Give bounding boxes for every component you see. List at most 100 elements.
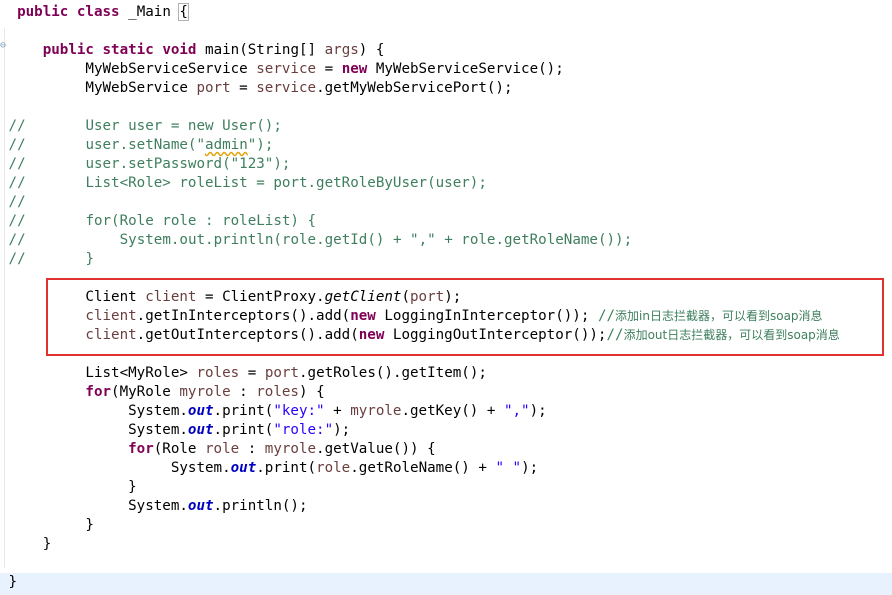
comment-marker: // [8,175,26,191]
code-text: main(String[] [196,42,325,58]
variable: service [256,61,317,77]
class-name: _Main [119,4,180,20]
code-text: System. [128,422,188,438]
static-field: out [187,498,214,514]
code-line-9: // user.setPassword("123"); [0,155,892,174]
code-text: ); [521,460,539,476]
code-text: + [324,403,351,419]
variable: role [205,441,240,457]
variable: roles [196,365,240,381]
open-brace: { [178,3,189,21]
code-line-21: for(MyRole myrole : roles) { [0,383,892,402]
code-text: .print( [213,403,274,419]
spelling-flag: admin [205,137,248,153]
code-line-20: List<MyRole> roles = port.getRoles().get… [0,364,892,383]
comment-marker: // [8,251,26,267]
code-line-22: System.out.print("key:" + myrole.getKey(… [0,402,892,421]
code-text: (MyRole [111,384,180,400]
comment-text: System.out.println(role.getId() + "," + … [119,232,633,248]
code-text: System. [170,460,231,476]
code-line-23: System.out.print("role:"); [0,421,892,440]
variable: service [256,80,317,96]
code-text: = [239,365,265,381]
code-text: .getValue()) { [316,441,436,457]
keyword: static [102,42,154,58]
code-text: MyWebServiceService(); [367,61,564,77]
comment-text: "); [247,137,274,153]
code-text: .getKey() + [401,403,504,419]
code-line-24: for(Role role : myrole.getValue()) { [0,440,892,459]
string-literal: "role:" [273,422,334,438]
variable: myrole [179,384,231,400]
close-brace: } [8,574,18,590]
code-text: : [239,441,265,457]
keyword: public [42,42,94,58]
static-field: out [230,460,257,476]
code-line-8: // user.setName("admin"); [0,136,892,155]
code-text: System. [128,403,188,419]
variable: port [196,80,231,96]
code-text: .println(); [213,498,308,514]
code-text: .getRoleName() + [350,460,496,476]
close-brace: } [128,479,137,495]
code-text: (Role [153,441,205,457]
comment-text: List<Role> roleList = port.getRoleByUser… [85,175,487,191]
keyword: new [341,61,368,77]
code-line-14: // } [0,250,892,269]
code-line-10: // List<Role> roleList = port.getRoleByU… [0,174,892,193]
string-literal: "key:" [273,403,325,419]
keyword: public [17,4,69,20]
keyword: class [76,4,120,20]
variable: roles [256,384,299,400]
code-text: = [230,80,257,96]
code-editor[interactable]: ⊖ public class _Main { public static voi… [0,0,892,595]
code-line-29: } [0,535,892,554]
variable: myrole [264,441,317,457]
code-line-12: // for(Role role : roleList) { [0,212,892,231]
keyword: for [128,441,154,457]
string-literal: " " [495,460,522,476]
variable: myrole [350,403,402,419]
variable: role [316,460,351,476]
code-line-11: // [0,193,892,212]
code-line-26: } [0,478,892,497]
static-field: out [187,422,214,438]
code-text: ) { [298,384,325,400]
code-line-1: public class _Main { [0,3,892,22]
string-literal: "," [503,403,530,419]
code-line-5: MyWebService port = service.getMyWebServ… [0,79,892,98]
code-text: ); [333,422,351,438]
code-text: MyWebService [85,80,197,96]
close-brace: } [42,536,52,552]
code-text: .print( [213,422,274,438]
code-line-27: System.out.println(); [0,497,892,516]
code-line-25: System.out.print(role.getRoleName() + " … [0,459,892,478]
comment-marker: // [8,137,26,153]
keyword: void [162,42,197,58]
comment-marker: // [8,118,26,134]
comment-text: user.setPassword("123"); [85,156,291,172]
code-text: .getMyWebServicePort(); [316,80,513,96]
comment-text: User user = new User(); [85,118,282,134]
comment-text: } [85,251,94,267]
static-field: out [187,403,214,419]
code-line-13: // System.out.println(role.getId() + ","… [0,231,892,250]
code-text: = [316,61,342,77]
code-text: List<MyRole> [85,365,197,381]
variable: args [324,42,359,58]
code-text: ); [529,403,547,419]
code-text: : [230,384,257,400]
comment-marker: // [8,213,26,229]
code-text: .print( [256,460,317,476]
code-text: .getRoles().getItem(); [298,365,487,381]
comment-marker: // [8,156,26,172]
code-line-4: MyWebServiceService service = new MyWebS… [0,60,892,79]
code-text: System. [128,498,188,514]
code-line-3: public static void main(String[] args) { [0,41,892,60]
code-text: ) { [358,42,385,58]
close-brace: } [85,517,94,533]
comment-marker: // [8,194,26,210]
comment-marker: // [8,232,26,248]
code-line-7: // User user = new User(); [0,117,892,136]
comment-text: user.setName(" [85,137,206,153]
